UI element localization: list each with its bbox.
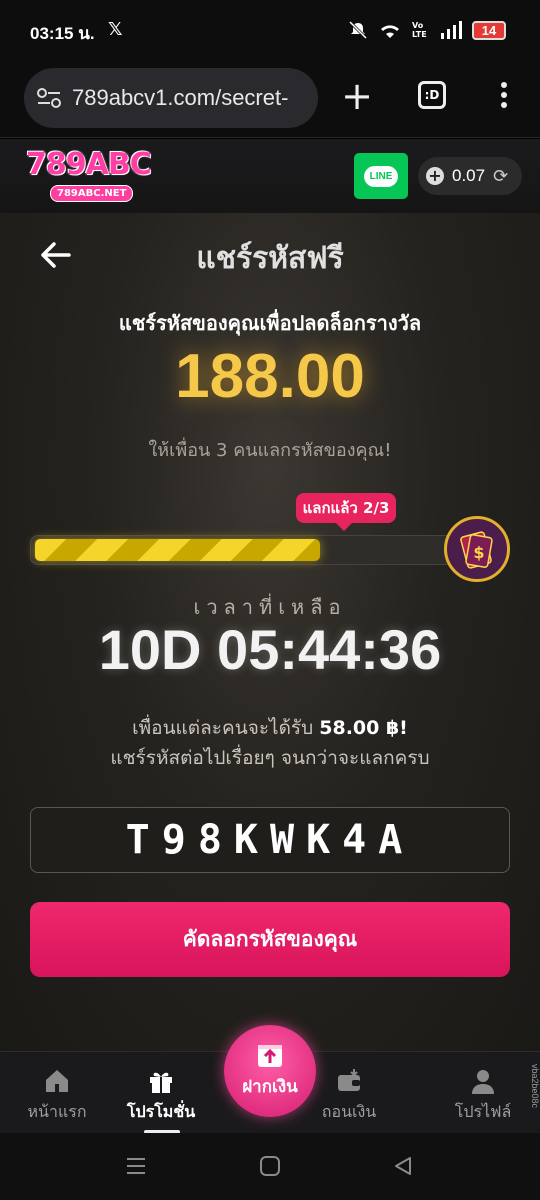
status-time: 03:15 น.: [30, 24, 95, 43]
site-header: 789ABC 789ABC.NET LINE + 0.07 ⟳: [0, 139, 540, 213]
site-logo[interactable]: 789ABC 789ABC.NET: [26, 147, 160, 202]
nav-home-label: หน้าแรก: [27, 1102, 87, 1121]
status-icons: Vo LTE 14: [348, 20, 506, 40]
url-text[interactable]: 789abcv1.com/secret-: [72, 85, 288, 111]
svg-text:$: $: [473, 543, 484, 562]
countdown-timer: 10D 05:44:36: [98, 618, 442, 681]
home-button-icon[interactable]: [259, 1155, 281, 1177]
logo-subtext: 789ABC.NET: [50, 185, 134, 202]
deposit-button[interactable]: ฝากเงิน: [224, 1025, 316, 1117]
info-prefix: เพื่อนแต่ละคนจะได้รับ: [132, 717, 314, 739]
balance-value: 0.07: [452, 166, 486, 185]
nav-profile[interactable]: โปรไฟล์: [438, 1066, 528, 1125]
mute-icon: [348, 20, 368, 40]
nav-withdraw[interactable]: ถอนเงิน: [304, 1066, 394, 1125]
page-title: แชร์รหัสฟรี: [196, 241, 344, 276]
reward-amount: 188.00: [175, 342, 365, 411]
nav-profile-label: โปรไฟล์: [454, 1102, 512, 1121]
copy-code-button[interactable]: คัดลอกรหัสของคุณ: [30, 902, 510, 977]
status-bar: 03:15 น. 𝕏 Vo LTE 14: [0, 0, 540, 62]
info-amount: 58.00 ฿!: [319, 717, 408, 739]
invite-text: ให้เพื่อน 3 คนแลกรหัสของคุณ!: [148, 440, 392, 461]
home-icon: [46, 1070, 68, 1092]
back-button-icon[interactable]: [392, 1155, 414, 1177]
wifi-icon: [381, 25, 399, 38]
line-icon: LINE: [363, 165, 399, 187]
profile-icon: [472, 1070, 494, 1094]
recent-apps-icon[interactable]: [124, 1155, 148, 1177]
redeem-count-badge: แลกแล้ว 2/3: [296, 493, 396, 531]
tabs-button[interactable]: :D: [418, 81, 446, 109]
volte-icon: Vo LTE: [412, 21, 427, 39]
nav-withdraw-label: ถอนเงิน: [321, 1102, 377, 1121]
battery-icon: 14: [472, 20, 506, 40]
logo-text: 789ABC: [26, 147, 152, 182]
signal-icon: [441, 21, 462, 39]
side-version-tag: vba2be08c: [530, 1064, 540, 1109]
info-line-1: เพื่อนแต่ละคนจะได้รับ 58.00 ฿!: [0, 713, 540, 743]
system-nav-bar: [0, 1133, 540, 1200]
info-line-2: แชร์รหัสต่อไปเรื่อยๆ จนกว่าจะแลกครบ: [110, 747, 430, 769]
balance-pill: + 0.07 ⟳: [418, 157, 522, 195]
url-bar[interactable]: 789abcv1.com/secret-: [24, 68, 318, 128]
deposit-icon: [258, 1044, 282, 1067]
share-code-panel: แชร์รหัสฟรี แชร์รหัสของคุณเพื่อปลดล็อกรา…: [0, 213, 540, 1051]
new-tab-button[interactable]: +: [340, 76, 374, 116]
x-logo-icon: 𝕏: [108, 19, 123, 40]
gift-icon: [150, 1072, 172, 1093]
nav-home[interactable]: หน้าแรก: [12, 1066, 102, 1125]
browser-menu-button[interactable]: [494, 82, 514, 112]
wallet-icon: [338, 1069, 360, 1091]
nav-promotions[interactable]: โปรโมชั่น: [116, 1066, 206, 1125]
progress-fill: [35, 539, 320, 561]
browser-toolbar: 789abcv1.com/secret- + :D: [0, 62, 540, 138]
site-settings-icon[interactable]: [36, 87, 62, 109]
line-button[interactable]: LINE: [354, 153, 408, 199]
add-balance-icon[interactable]: +: [426, 167, 444, 185]
progress-bar: [30, 535, 468, 565]
nav-promotions-label: โปรโมชั่น: [126, 1102, 196, 1121]
share-code-box[interactable]: T98KWK4A: [30, 807, 510, 873]
refresh-icon[interactable]: ⟳: [493, 166, 508, 187]
subtitle: แชร์รหัสของคุณเพื่อปลดล็อกรางวัล: [118, 311, 422, 335]
share-code[interactable]: T98KWK4A: [126, 817, 415, 863]
deposit-label: ฝากเงิน: [242, 1076, 298, 1097]
reward-ticket-icon: $: [444, 516, 510, 582]
